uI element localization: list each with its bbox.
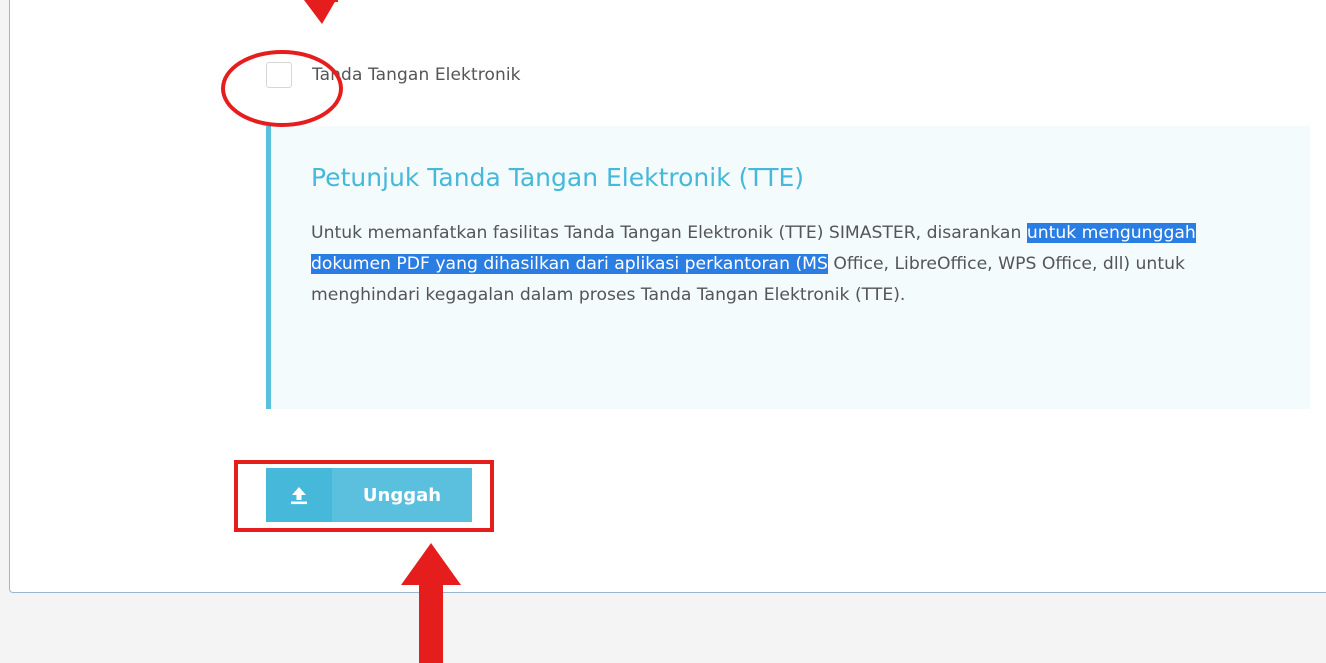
callout-text-part-1: Untuk memanfatkan fasilitas Tanda Tangan… xyxy=(311,223,1027,243)
callout-title: Petunjuk Tanda Tangan Elektronik (TTE) xyxy=(311,163,805,192)
annotation-rectangle xyxy=(234,460,494,532)
tte-checkbox-label[interactable]: Tanda Tangan Elektronik xyxy=(312,65,521,85)
annotation-arrow-down-icon xyxy=(304,0,338,24)
callout-text: Untuk memanfatkan fasilitas Tanda Tangan… xyxy=(311,218,1271,311)
annotation-circle xyxy=(221,50,343,127)
annotation-arrow-up-icon xyxy=(401,543,461,663)
tte-info-callout: Petunjuk Tanda Tangan Elektronik (TTE) U… xyxy=(266,126,1310,409)
